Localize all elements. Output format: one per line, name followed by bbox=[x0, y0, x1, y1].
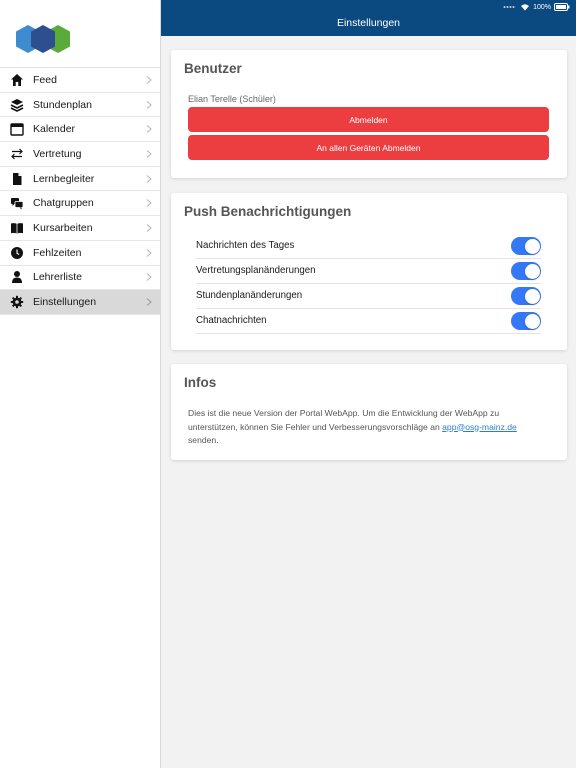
chevron-right-icon bbox=[146, 298, 152, 306]
sidebar-item-label: Kalender bbox=[33, 123, 76, 136]
signal-dots-icon bbox=[503, 6, 515, 8]
logout-button[interactable]: Abmelden bbox=[188, 107, 549, 132]
chevron-right-icon bbox=[146, 100, 152, 109]
sidebar-item-feed[interactable]: Feed bbox=[0, 68, 160, 93]
stundenplan-toggle[interactable] bbox=[511, 287, 541, 305]
sidebar-item-label: Fehlzeiten bbox=[33, 246, 82, 259]
toggle-label: Nachrichten des Tages bbox=[196, 240, 295, 252]
sidebar-item-label: Vertretung bbox=[33, 147, 82, 160]
sidebar-item-label: Stundenplan bbox=[33, 98, 92, 111]
sidebar-item-lernbegleiter[interactable]: Lernbegleiter bbox=[0, 167, 160, 192]
calendar-icon bbox=[10, 122, 24, 136]
toggle-row-nachrichten: Nachrichten des Tages bbox=[196, 234, 541, 259]
top-bar: 100% Einstellungen bbox=[161, 0, 576, 36]
sidebar-item-einstellungen[interactable]: Einstellungen bbox=[0, 290, 160, 315]
sidebar-item-label: Chatgruppen bbox=[33, 197, 94, 210]
sidebar: Feed Stundenplan Kalender Vertretung Ler… bbox=[0, 0, 161, 768]
layers-icon bbox=[10, 98, 24, 112]
support-email-link[interactable]: app@osg-mainz.de bbox=[442, 422, 517, 432]
info-text: Dies ist die neue Version der Portal Web… bbox=[188, 407, 548, 448]
toggle-row-vertretungsplan: Vertretungsplanänderungen bbox=[196, 259, 541, 284]
toggle-label: Stundenplanänderungen bbox=[196, 290, 303, 302]
chevron-right-icon bbox=[146, 248, 152, 257]
sidebar-nav: Feed Stundenplan Kalender Vertretung Ler… bbox=[0, 67, 160, 315]
sidebar-item-stundenplan[interactable]: Stundenplan bbox=[0, 93, 160, 118]
battery-percent: 100% bbox=[533, 3, 551, 11]
chevron-right-icon bbox=[146, 273, 152, 282]
page-title: Einstellungen bbox=[336, 17, 401, 29]
sidebar-item-kalender[interactable]: Kalender bbox=[0, 117, 160, 143]
toggle-row-stundenplan: Stundenplanänderungen bbox=[196, 284, 541, 309]
vertretungsplan-toggle[interactable] bbox=[511, 262, 541, 280]
toggle-row-chat: Chatnachrichten bbox=[196, 309, 541, 334]
chevron-right-icon bbox=[146, 199, 152, 208]
chevron-right-icon bbox=[146, 150, 152, 158]
chat-icon bbox=[10, 196, 24, 210]
chat-toggle[interactable] bbox=[511, 312, 541, 330]
document-icon bbox=[10, 172, 24, 186]
sidebar-item-chatgruppen[interactable]: Chatgruppen bbox=[0, 191, 160, 217]
school-logo bbox=[16, 25, 70, 53]
benutzer-title: Benutzer bbox=[184, 61, 242, 76]
chevron-right-icon bbox=[146, 224, 152, 232]
info-text-after: senden. bbox=[188, 435, 219, 445]
sidebar-item-kursarbeiten[interactable]: Kursarbeiten bbox=[0, 216, 160, 241]
chevron-right-icon bbox=[146, 174, 152, 183]
sidebar-item-label: Kursarbeiten bbox=[33, 221, 93, 234]
chevron-right-icon bbox=[146, 75, 152, 84]
sidebar-item-label: Lehrerliste bbox=[33, 271, 83, 284]
clock-icon bbox=[10, 246, 24, 260]
swap-icon bbox=[10, 147, 24, 161]
status-bar: 100% bbox=[503, 2, 570, 12]
sidebar-item-label: Lernbegleiter bbox=[33, 172, 95, 185]
gear-icon bbox=[10, 295, 24, 309]
sidebar-item-label: Feed bbox=[33, 73, 57, 86]
sidebar-item-lehrerliste[interactable]: Lehrerliste bbox=[0, 266, 160, 291]
logout-all-devices-button[interactable]: An allen Geräten Abmelden bbox=[188, 135, 549, 160]
push-title: Push Benachrichtigungen bbox=[184, 204, 352, 219]
infos-title: Infos bbox=[184, 375, 217, 390]
sidebar-item-vertretung[interactable]: Vertretung bbox=[0, 142, 160, 167]
push-notifications-card: Push Benachrichtigungen Nachrichten des … bbox=[171, 193, 567, 350]
chevron-right-icon bbox=[146, 125, 152, 134]
toggle-label: Vertretungsplanänderungen bbox=[196, 265, 316, 277]
user-name: Elian Terelle (Schüler) bbox=[188, 94, 276, 104]
book-icon bbox=[10, 221, 24, 235]
benutzer-card: Benutzer Elian Terelle (Schüler) Abmelde… bbox=[171, 50, 567, 178]
sidebar-item-fehlzeiten[interactable]: Fehlzeiten bbox=[0, 241, 160, 266]
infos-card: Infos Dies ist die neue Version der Port… bbox=[171, 364, 567, 460]
person-icon bbox=[10, 270, 24, 284]
home-icon bbox=[10, 73, 24, 87]
sidebar-item-label: Einstellungen bbox=[33, 296, 97, 309]
toggle-label: Chatnachrichten bbox=[196, 315, 267, 327]
nachrichten-toggle[interactable] bbox=[511, 237, 541, 255]
battery-icon bbox=[554, 3, 570, 11]
wifi-icon bbox=[521, 4, 530, 11]
